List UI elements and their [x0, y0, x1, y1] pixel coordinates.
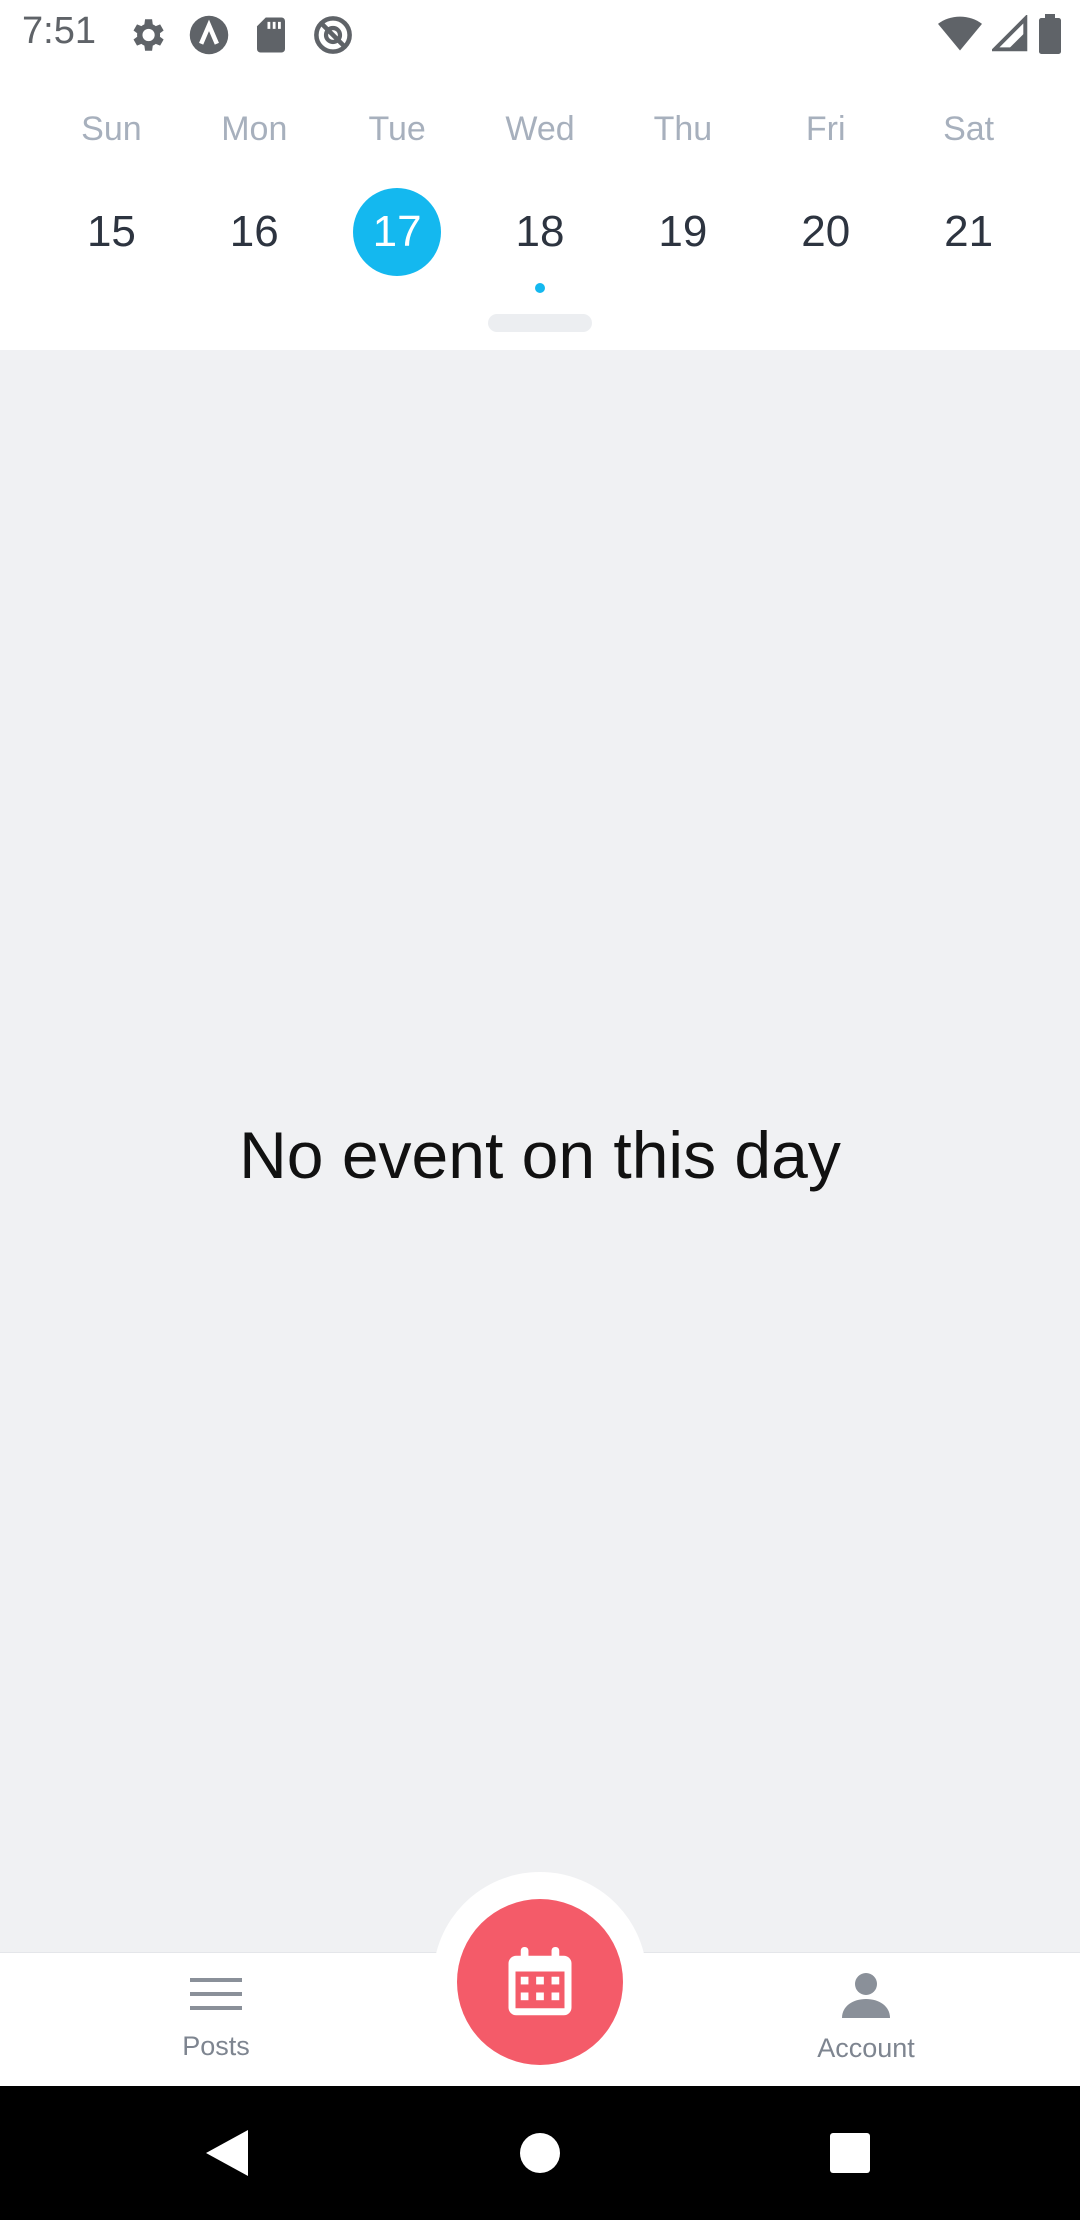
weekday-label: Tue: [368, 110, 426, 148]
back-button[interactable]: [202, 2128, 252, 2178]
menu-icon: [190, 1978, 242, 2010]
weekday-label: Fri: [805, 110, 846, 148]
person-icon: [842, 1973, 890, 2018]
weekday-label: Sat: [943, 110, 995, 148]
date-number: 18: [515, 207, 565, 256]
status-bar: 7:51: [0, 0, 1080, 66]
nav-item-account[interactable]: Account: [756, 1972, 976, 2064]
date-number: 20: [801, 207, 851, 256]
date-row: 15 16 17 18 19 20 21: [40, 188, 1040, 293]
date-cell[interactable]: 20: [754, 188, 897, 284]
empty-state-message: No event on this day: [239, 1118, 841, 1192]
events-list-area: No event on this day: [0, 350, 1080, 1952]
selected-date-number: 17: [353, 188, 442, 276]
date-cell[interactable]: 19: [611, 188, 754, 284]
weekday-label: Mon: [221, 110, 288, 148]
nav-label-account: Account: [817, 2033, 915, 2063]
weekday-row: Sun Mon Tue Wed Thu Fri Sat: [40, 110, 1040, 149]
nav-label-posts: Posts: [182, 2031, 250, 2061]
battery-icon: [1038, 14, 1062, 59]
event-indicator-dot: [535, 283, 545, 293]
home-icon: [520, 2133, 560, 2173]
nav-item-posts[interactable]: Posts: [106, 1972, 326, 2062]
date-number: 15: [86, 207, 136, 256]
recents-button[interactable]: [825, 2128, 875, 2178]
wifi-icon: [938, 15, 982, 58]
date-cell[interactable]: 16: [183, 188, 326, 284]
calendar-drag-handle[interactable]: [488, 314, 592, 332]
date-number: 19: [658, 207, 708, 256]
calendar-fab-button[interactable]: [457, 1899, 623, 2065]
date-cell[interactable]: 21: [897, 188, 1040, 284]
date-number: 21: [944, 207, 994, 256]
status-time: 7:51: [22, 10, 96, 52]
gear-icon: [126, 14, 168, 56]
home-button[interactable]: [515, 2128, 565, 2178]
status-system-icons: [938, 13, 1062, 59]
no-location-icon: [312, 14, 354, 56]
signal-icon: [989, 13, 1028, 58]
date-cell[interactable]: 15: [40, 188, 183, 284]
status-notification-icons: [126, 14, 354, 56]
date-cell-selected[interactable]: 17: [326, 188, 469, 284]
date-number: 16: [229, 207, 279, 256]
date-cell[interactable]: 18: [469, 188, 612, 293]
back-icon: [206, 2130, 248, 2176]
weekday-label: Sun: [81, 110, 142, 148]
weekday-label: Wed: [505, 110, 575, 148]
system-navigation-bar: [0, 2086, 1080, 2220]
recents-icon: [830, 2133, 870, 2173]
weekday-label: Thu: [653, 110, 713, 148]
sd-card-icon: [250, 14, 292, 56]
app-a-icon: [188, 14, 230, 56]
calendar-icon: [508, 1947, 572, 2016]
week-calendar: Sun Mon Tue Wed Thu Fri Sat 15 16 17 18 …: [0, 66, 1080, 350]
